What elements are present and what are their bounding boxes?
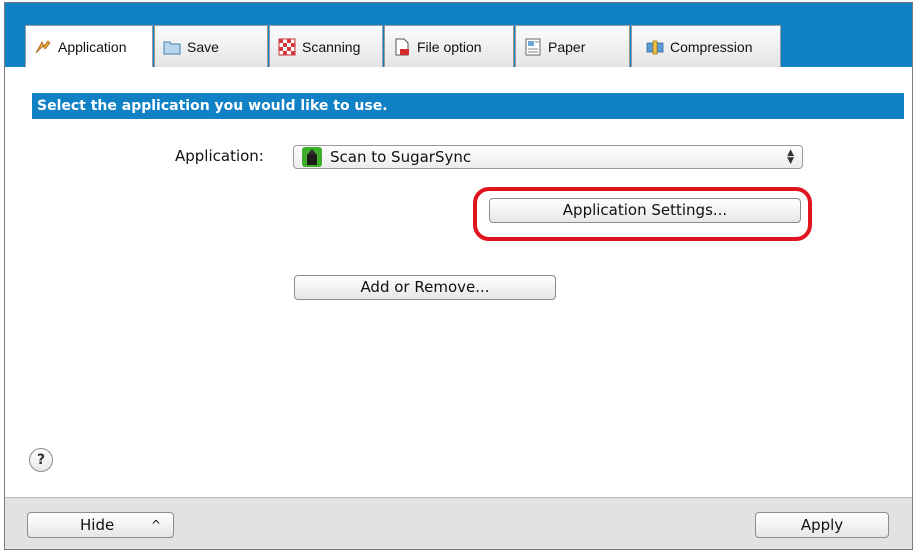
tab-label: Compression bbox=[670, 38, 753, 55]
tab-label: Paper bbox=[548, 38, 586, 55]
tab-label: File option bbox=[417, 38, 482, 55]
tab-label: Application bbox=[58, 39, 127, 55]
folder-icon bbox=[163, 38, 181, 56]
tab-application[interactable]: Application bbox=[25, 25, 153, 68]
compression-icon bbox=[646, 38, 664, 56]
application-icon bbox=[34, 38, 52, 56]
tab-save[interactable]: Save bbox=[154, 25, 268, 67]
scanner-settings-window: Application Save Scanning File option Pa… bbox=[4, 2, 913, 550]
tab-label: Save bbox=[187, 38, 219, 55]
paper-icon bbox=[524, 38, 542, 56]
application-selected-value: Scan to SugarSync bbox=[330, 148, 472, 166]
tab-compression[interactable]: Compression bbox=[631, 25, 781, 67]
application-select[interactable]: Scan to SugarSync ▲ ▼ bbox=[293, 145, 803, 169]
scanning-icon bbox=[278, 38, 296, 56]
hide-button-label: Hide bbox=[80, 516, 115, 534]
application-label: Application: bbox=[175, 147, 264, 165]
apply-button[interactable]: Apply bbox=[755, 512, 889, 538]
application-settings-button[interactable]: Application Settings... bbox=[489, 198, 801, 223]
tab-bar: Application Save Scanning File option Pa… bbox=[5, 3, 912, 68]
file-icon bbox=[393, 38, 411, 56]
application-tab-content: Select the application you would like to… bbox=[5, 67, 912, 497]
tab-file-option[interactable]: File option bbox=[384, 25, 514, 67]
select-stepper-icon: ▲ ▼ bbox=[787, 148, 794, 166]
sugarsync-icon bbox=[302, 147, 322, 167]
tab-scanning[interactable]: Scanning bbox=[269, 25, 383, 67]
footer-bar: Hide ^ Apply bbox=[5, 497, 912, 549]
instruction-banner: Select the application you would like to… bbox=[32, 93, 904, 119]
hide-button[interactable]: Hide ^ bbox=[27, 512, 174, 538]
add-or-remove-button[interactable]: Add or Remove... bbox=[294, 275, 556, 300]
tab-label: Scanning bbox=[302, 38, 361, 55]
tab-paper[interactable]: Paper bbox=[515, 25, 630, 67]
help-button[interactable]: ? bbox=[29, 448, 53, 472]
chevron-up-icon: ^ bbox=[150, 518, 161, 532]
